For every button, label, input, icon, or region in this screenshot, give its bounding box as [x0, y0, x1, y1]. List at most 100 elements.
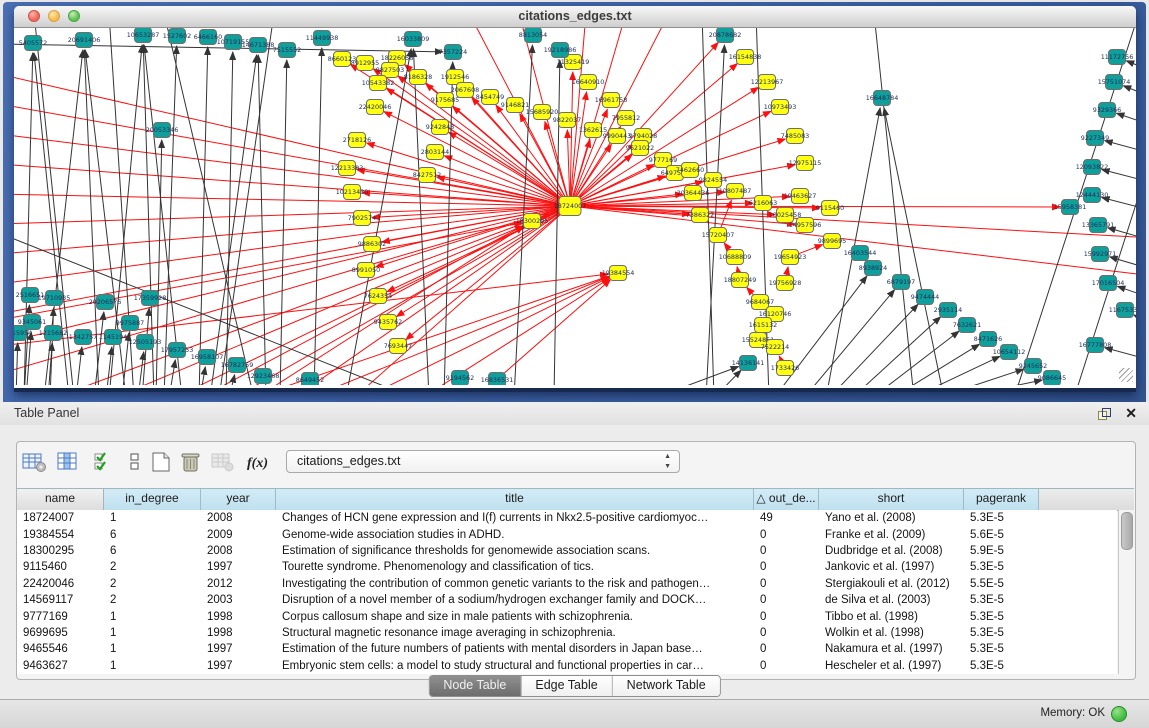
graph-node[interactable]: 6879197 [887, 275, 915, 290]
column-header-title[interactable]: title [276, 489, 754, 510]
graph-node[interactable]: 12975115 [789, 156, 822, 171]
graph-node[interactable]: 16782759 [221, 358, 254, 373]
table-row[interactable]: 1938455462009Genome-wide association stu… [17, 526, 1117, 542]
graph-node[interactable]: 12213383 [331, 161, 364, 176]
graph-node[interactable]: 12213967 [751, 75, 784, 90]
graph-node[interactable]: 19654923 [774, 250, 807, 265]
table-row[interactable]: 969969511998Structural magnetic resonanc… [17, 625, 1117, 641]
graph-node[interactable]: 12444130 [1076, 188, 1109, 203]
graph-node[interactable]: 1527602 [163, 29, 191, 44]
graph-node[interactable]: 1733426 [771, 361, 799, 376]
graph-node[interactable]: 2718126 [343, 133, 371, 148]
tab-node-table[interactable]: Node Table [429, 676, 521, 696]
graph-node[interactable]: 12093822 [1076, 160, 1109, 175]
close-panel-icon[interactable]: ✕ [1125, 405, 1137, 422]
graph-node[interactable]: 8991050 [352, 263, 380, 278]
graph-node[interactable]: 9824554 [699, 173, 727, 188]
graph-node[interactable]: 17359928 [134, 291, 167, 306]
graph-node[interactable]: 16958107 [191, 350, 224, 365]
scrollbar-thumb[interactable] [1121, 512, 1133, 550]
table-row[interactable]: 1456911722003Disruption of a novel membe… [17, 592, 1117, 608]
table-row[interactable]: 1830029562008Estimation of significance … [17, 543, 1117, 559]
graph-node[interactable]: 15958381 [1054, 200, 1087, 215]
graph-node[interactable]: 20206576 [89, 295, 122, 310]
graph-node[interactable]: 7955812 [612, 111, 640, 126]
graph-node[interactable]: 11449938 [306, 31, 339, 46]
table-scrollbar[interactable] [1118, 510, 1134, 674]
function-builder-icon[interactable]: f(x) [245, 448, 273, 476]
network-svg[interactable]: 1872400786601238912955182260589827503818… [14, 28, 1136, 385]
graph-node[interactable]: 10807487 [719, 184, 752, 199]
graph-node[interactable]: 8186328 [404, 70, 432, 85]
graph-node[interactable]: 18724007 [554, 197, 587, 216]
delete-table-icon[interactable] [177, 448, 205, 476]
tab-edge-table[interactable]: Edge Table [521, 676, 612, 696]
graph-node[interactable]: 8938924 [859, 261, 887, 276]
column-header-name[interactable]: name [17, 489, 104, 510]
graph-node[interactable]: 16154838 [729, 50, 762, 65]
import-table-icon[interactable] [209, 448, 237, 476]
graph-node[interactable]: 7357224 [439, 45, 467, 60]
graph-node[interactable]: 15751074 [1098, 75, 1131, 90]
graph-node[interactable]: 9435762 [374, 315, 402, 330]
graph-node[interactable]: 15720407 [702, 228, 735, 243]
graph-node[interactable]: 8471626 [974, 332, 1002, 347]
graph-node[interactable]: 7485083 [781, 129, 809, 144]
column-header-in_degree[interactable]: in_degree [104, 489, 201, 510]
graph-node[interactable]: 9115460 [816, 201, 844, 216]
graph-node[interactable]: 17016504 [1092, 276, 1125, 291]
graph-node[interactable]: 16640910 [572, 75, 605, 90]
graph-node[interactable]: 1342757 [69, 330, 97, 345]
column-header-out_de[interactable]: △ out_de... [754, 489, 819, 510]
graph-node[interactable]: 14136141 [732, 356, 765, 371]
graph-node[interactable]: 11675338 [1109, 303, 1136, 318]
graph-node[interactable]: 7515552 [273, 43, 301, 58]
graph-node[interactable]: 13365791 [1082, 218, 1115, 233]
window-titlebar[interactable]: citations_edges.txt [14, 6, 1136, 28]
column-header-year[interactable]: year [201, 489, 276, 510]
graph-node[interactable]: 9329366 [1093, 103, 1121, 118]
table-row[interactable]: 2242004622012Investigating the contribut… [17, 576, 1117, 592]
graph-node[interactable]: 16648784 [866, 91, 899, 106]
table-settings-icon[interactable] [21, 448, 49, 476]
tab-network-table[interactable]: Network Table [613, 676, 720, 696]
table-row[interactable]: 977716911998Corpus callosum shape and si… [17, 608, 1117, 624]
graph-node[interactable]: 9175685 [431, 93, 459, 108]
new-table-icon[interactable] [147, 448, 175, 476]
graph-node[interactable]: 9474444 [911, 290, 939, 305]
select-columns-icon[interactable] [91, 448, 119, 476]
table-selector-dropdown[interactable]: citations_edges.txt ▲▼ [286, 450, 680, 473]
graph-node[interactable]: 16033809 [397, 32, 430, 47]
graph-node[interactable]: 9227349 [1081, 131, 1109, 146]
table-row[interactable]: 946554611997Estimation of the future num… [17, 641, 1117, 657]
graph-node[interactable]: 20878682 [709, 28, 742, 43]
column-header-short[interactable]: short [819, 489, 964, 510]
table-row[interactable]: 1872400712008Changes of HCN gene express… [17, 510, 1117, 526]
graph-node[interactable]: 20364436 [677, 186, 710, 201]
graph-node[interactable]: 7632621 [953, 318, 981, 333]
row-height-icon[interactable] [121, 448, 149, 476]
graph-node[interactable]: 9086645 [1038, 371, 1066, 386]
graph-node[interactable]: 11172756 [1101, 50, 1134, 65]
network-canvas[interactable]: 1872400786601238912955182260589827503818… [14, 28, 1136, 385]
table-row[interactable]: 911546021997Tourette syndrome. Phenomeno… [17, 559, 1117, 575]
graph-node[interactable]: 16836531 [481, 373, 514, 386]
graph-node[interactable]: 19463627 [784, 189, 817, 204]
graph-node[interactable]: 18807249 [724, 273, 757, 288]
graph-node[interactable]: 10653287 [127, 28, 160, 43]
graph-node[interactable]: 2803144 [421, 145, 449, 160]
graph-node[interactable]: 10688809 [719, 250, 752, 265]
graph-node[interactable]: 16403544 [844, 246, 877, 261]
graph-node[interactable]: 2935114 [934, 303, 962, 318]
graph-node[interactable]: 10213430 [336, 185, 369, 200]
resize-grip-icon[interactable] [1119, 368, 1133, 382]
column-header-pagerank[interactable]: pagerank [964, 489, 1039, 510]
graph-node[interactable]: 15992971 [1084, 247, 1117, 262]
graph-node[interactable]: 9194562 [446, 371, 474, 386]
show-columns-icon[interactable] [55, 448, 83, 476]
graph-node[interactable]: 12505193 [129, 335, 162, 350]
graph-node[interactable]: 5405572 [19, 36, 47, 51]
memory-status-indicator[interactable] [1111, 706, 1127, 722]
table-row[interactable]: 946362711997Embryonic stem cells: a mode… [17, 658, 1117, 674]
graph-node[interactable]: 16777808 [1079, 338, 1112, 353]
